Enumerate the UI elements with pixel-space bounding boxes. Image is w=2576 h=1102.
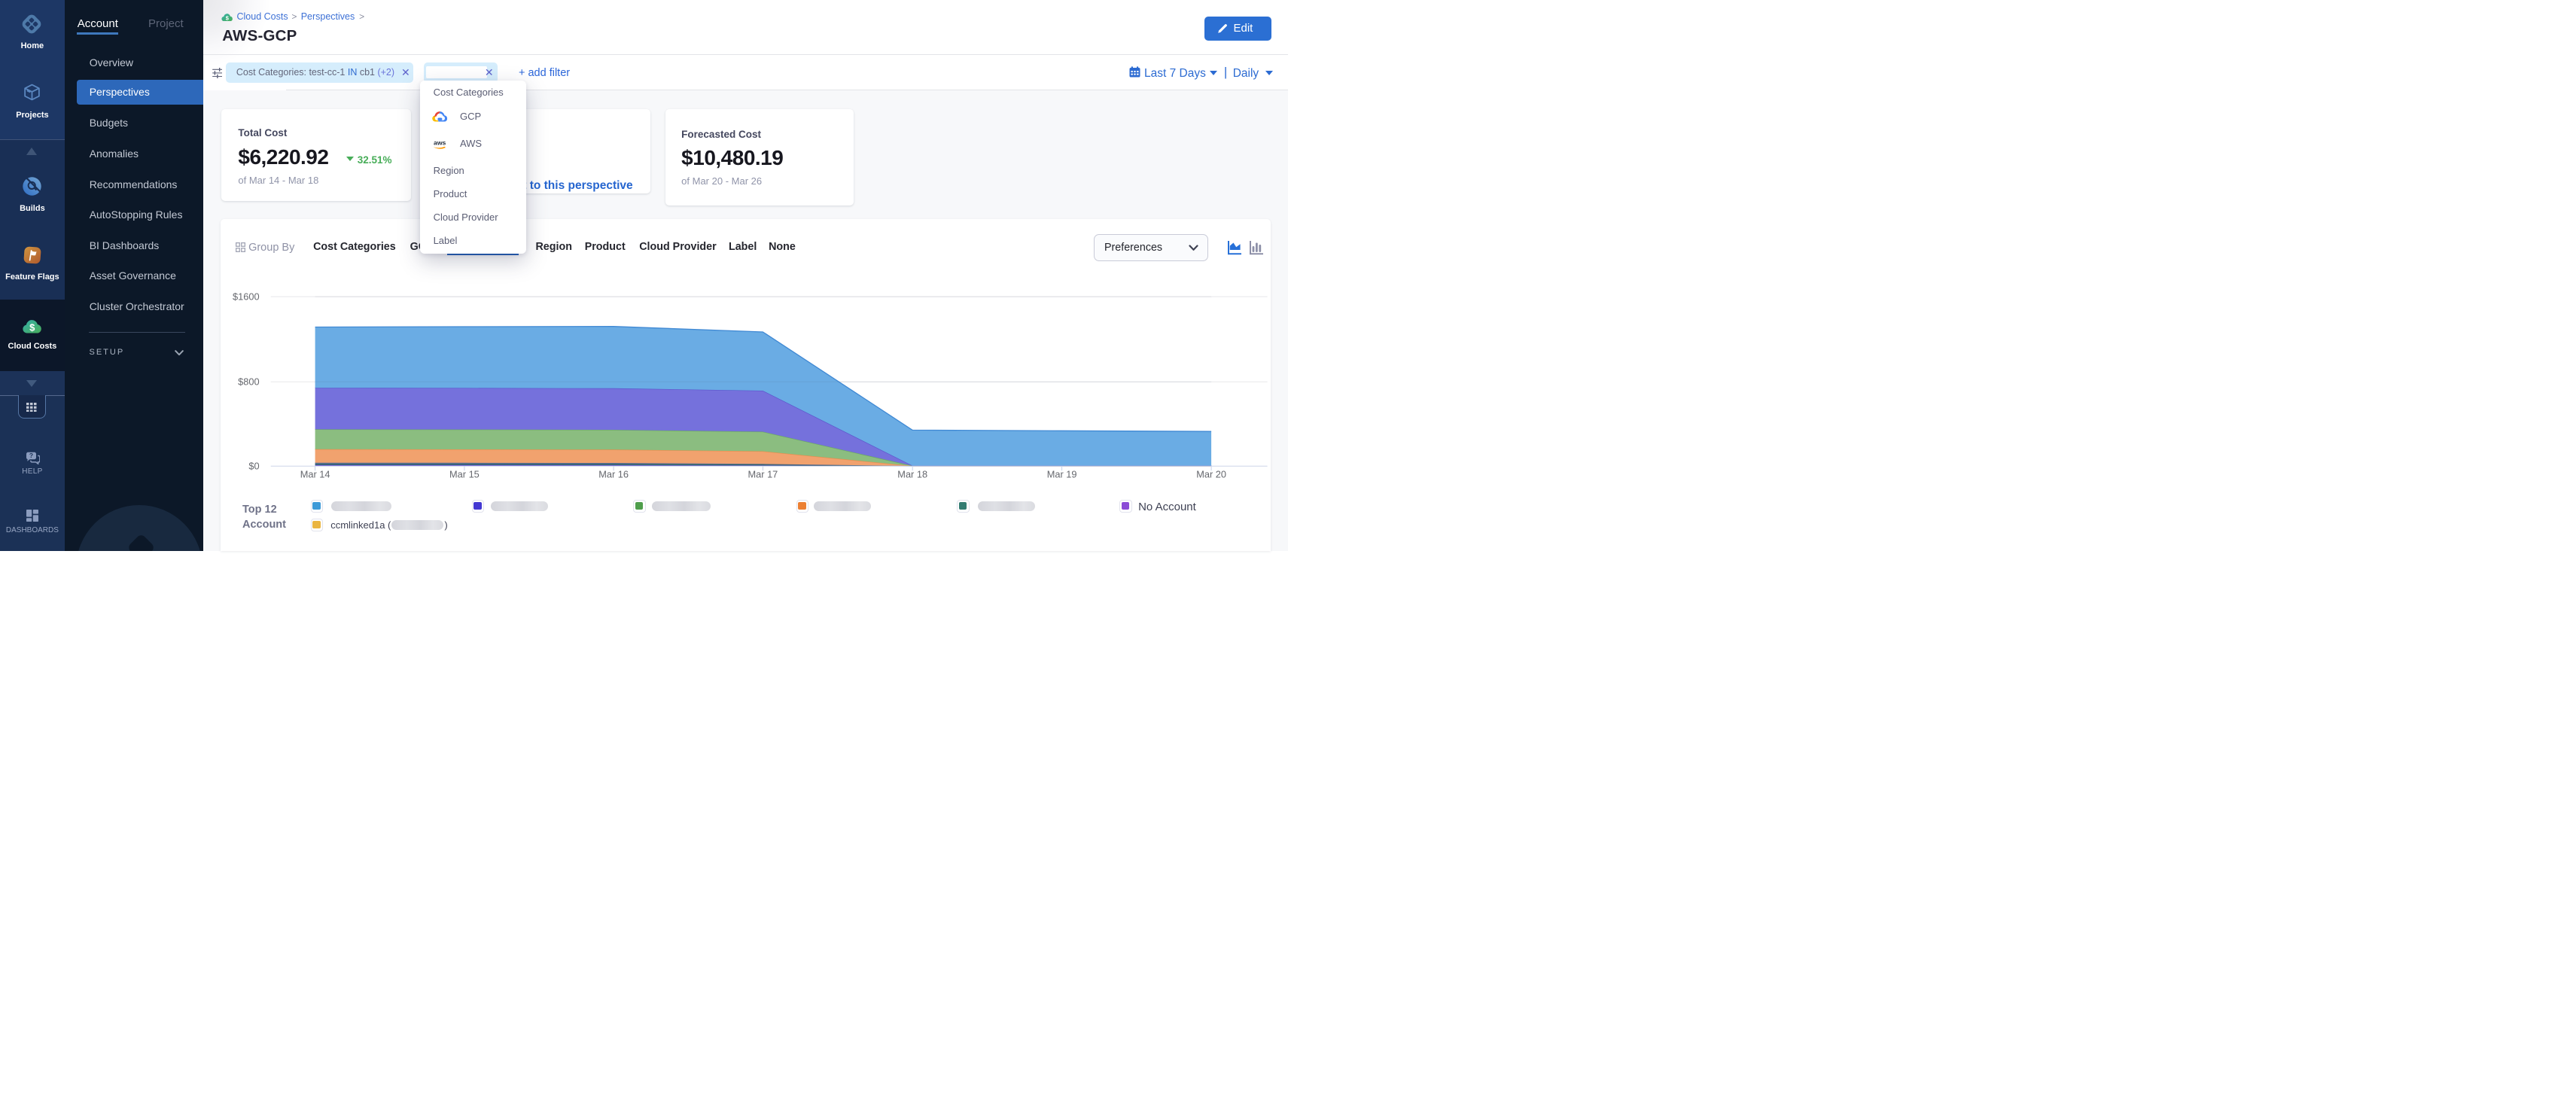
svg-text:$0: $0: [249, 461, 260, 472]
svg-text:$: $: [29, 321, 35, 333]
svg-text:Mar 16: Mar 16: [599, 468, 629, 479]
svg-text:aws: aws: [434, 139, 446, 147]
svg-text:Mar 20: Mar 20: [1197, 468, 1227, 479]
svg-text:Mar 19: Mar 19: [1047, 468, 1077, 479]
svg-text:Mar 15: Mar 15: [449, 468, 480, 479]
svg-text:Mar 17: Mar 17: [748, 468, 778, 479]
svg-text:?: ?: [29, 452, 32, 459]
svg-text:Mar 18: Mar 18: [898, 468, 928, 479]
svg-text:$800: $800: [239, 376, 260, 388]
svg-text:Mar 14: Mar 14: [300, 468, 330, 479]
svg-text:$1600: $1600: [233, 291, 260, 303]
